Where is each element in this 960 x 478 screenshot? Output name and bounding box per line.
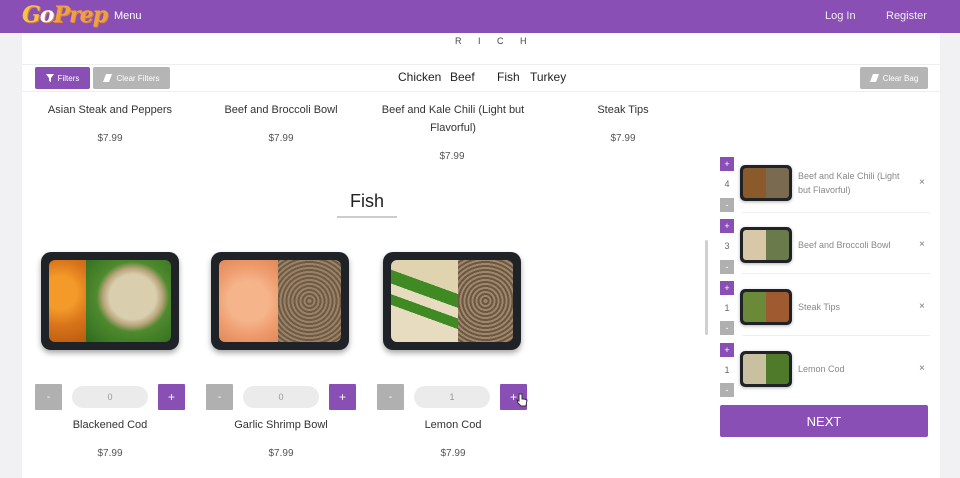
meal-image-garlic-shrimp-bowl[interactable]	[211, 252, 349, 350]
product-price: $7.99	[440, 448, 466, 459]
decrement-button[interactable]: -	[206, 384, 233, 410]
product-name: Blackened Cod	[72, 419, 148, 431]
nav-register-link[interactable]: Register	[886, 10, 927, 22]
cart-item-name: Beef and Kale Chili (Light but Flavorful…	[798, 171, 900, 195]
meal-image-blackened-cod[interactable]	[41, 252, 179, 350]
cart-item-name: Steak Tips	[798, 302, 841, 312]
cart-item-thumbnail	[740, 289, 792, 325]
goprep-logo[interactable]: GoPrep	[22, 2, 108, 28]
product-price: $7.99	[268, 133, 294, 144]
cart-decrement-button[interactable]: -	[720, 260, 734, 274]
divider	[742, 212, 930, 213]
cart-decrement-button[interactable]: -	[720, 383, 734, 397]
clear-filters-button[interactable]: Clear Filters	[93, 67, 170, 89]
category-fish[interactable]: Fish	[497, 70, 520, 84]
cart-item-thumbnail	[740, 165, 792, 201]
next-button[interactable]: NEXT	[720, 405, 928, 437]
decrement-button[interactable]: -	[35, 384, 62, 410]
product-name: Lemon Cod	[424, 419, 482, 431]
cart-item-thumbnail	[740, 227, 792, 263]
meal-food	[391, 260, 513, 342]
decrement-button[interactable]: -	[377, 384, 404, 410]
category-turkey[interactable]: Turkey	[530, 70, 566, 84]
hand-cursor-icon	[516, 393, 528, 407]
divider	[742, 273, 930, 274]
remove-item-icon[interactable]: ×	[919, 239, 925, 250]
product-price: $7.99	[97, 448, 123, 459]
product-name: Beef and Kale Chili (Light but Flavorful…	[381, 104, 525, 134]
nav-login-link[interactable]: Log In	[825, 10, 856, 22]
clear-filters-label: Clear Filters	[116, 73, 160, 83]
product-price: $7.99	[268, 448, 294, 459]
cart-item-name: Beef and Broccoli Bowl	[798, 240, 891, 250]
cart-increment-button[interactable]: +	[720, 157, 734, 171]
cart-item-quantity: 3	[724, 241, 730, 251]
clear-bag-label: Clear Bag	[882, 73, 919, 83]
category-beef[interactable]: Beef	[450, 70, 475, 84]
cart-decrement-button[interactable]: -	[720, 321, 734, 335]
cart-increment-button[interactable]: +	[720, 219, 734, 233]
product-name: Steak Tips	[597, 104, 649, 116]
increment-button[interactable]: +	[329, 384, 356, 410]
cart-item-quantity: 1	[724, 365, 730, 375]
cart-item-quantity: 1	[724, 303, 730, 313]
product-name: Beef and Broccoli Bowl	[224, 104, 338, 116]
product-price: $7.99	[610, 133, 636, 144]
nav-menu-link[interactable]: Menu	[114, 10, 142, 22]
category-chicken[interactable]: Chicken	[398, 70, 441, 84]
product-price: $7.99	[439, 151, 465, 162]
cart-item-name: Lemon Cod	[798, 364, 845, 374]
meal-food	[219, 260, 341, 342]
eraser-icon	[869, 74, 879, 82]
decorative-text: R I C H	[455, 36, 534, 46]
meal-image-lemon-cod[interactable]	[383, 252, 521, 350]
remove-item-icon[interactable]: ×	[919, 177, 925, 188]
filters-button[interactable]: Filters	[35, 67, 90, 89]
increment-button[interactable]: +	[158, 384, 185, 410]
cart-increment-button[interactable]: +	[720, 281, 734, 295]
product-name: Asian Steak and Peppers	[47, 104, 173, 116]
top-navbar	[0, 0, 960, 33]
remove-item-icon[interactable]: ×	[919, 363, 925, 374]
clear-bag-button[interactable]: Clear Bag	[860, 67, 928, 89]
filters-button-label: Filters	[57, 73, 80, 83]
quantity-field[interactable]: 0	[72, 386, 148, 408]
cart-decrement-button[interactable]: -	[720, 198, 734, 212]
cart-item-quantity: 4	[724, 179, 730, 189]
filter-icon	[45, 74, 54, 82]
quantity-field[interactable]: 1	[414, 386, 490, 408]
divider	[742, 335, 930, 336]
meal-food	[49, 260, 171, 342]
product-name: Garlic Shrimp Bowl	[234, 419, 328, 431]
eraser-icon	[103, 74, 113, 82]
product-price: $7.99	[97, 133, 123, 144]
cart-increment-button[interactable]: +	[720, 343, 734, 357]
section-title-fish: Fish	[349, 191, 384, 211]
quantity-field[interactable]: 0	[243, 386, 319, 408]
section-underline	[337, 216, 397, 218]
remove-item-icon[interactable]: ×	[919, 301, 925, 312]
cart-item-thumbnail	[740, 351, 792, 387]
scrollbar[interactable]	[705, 240, 708, 335]
